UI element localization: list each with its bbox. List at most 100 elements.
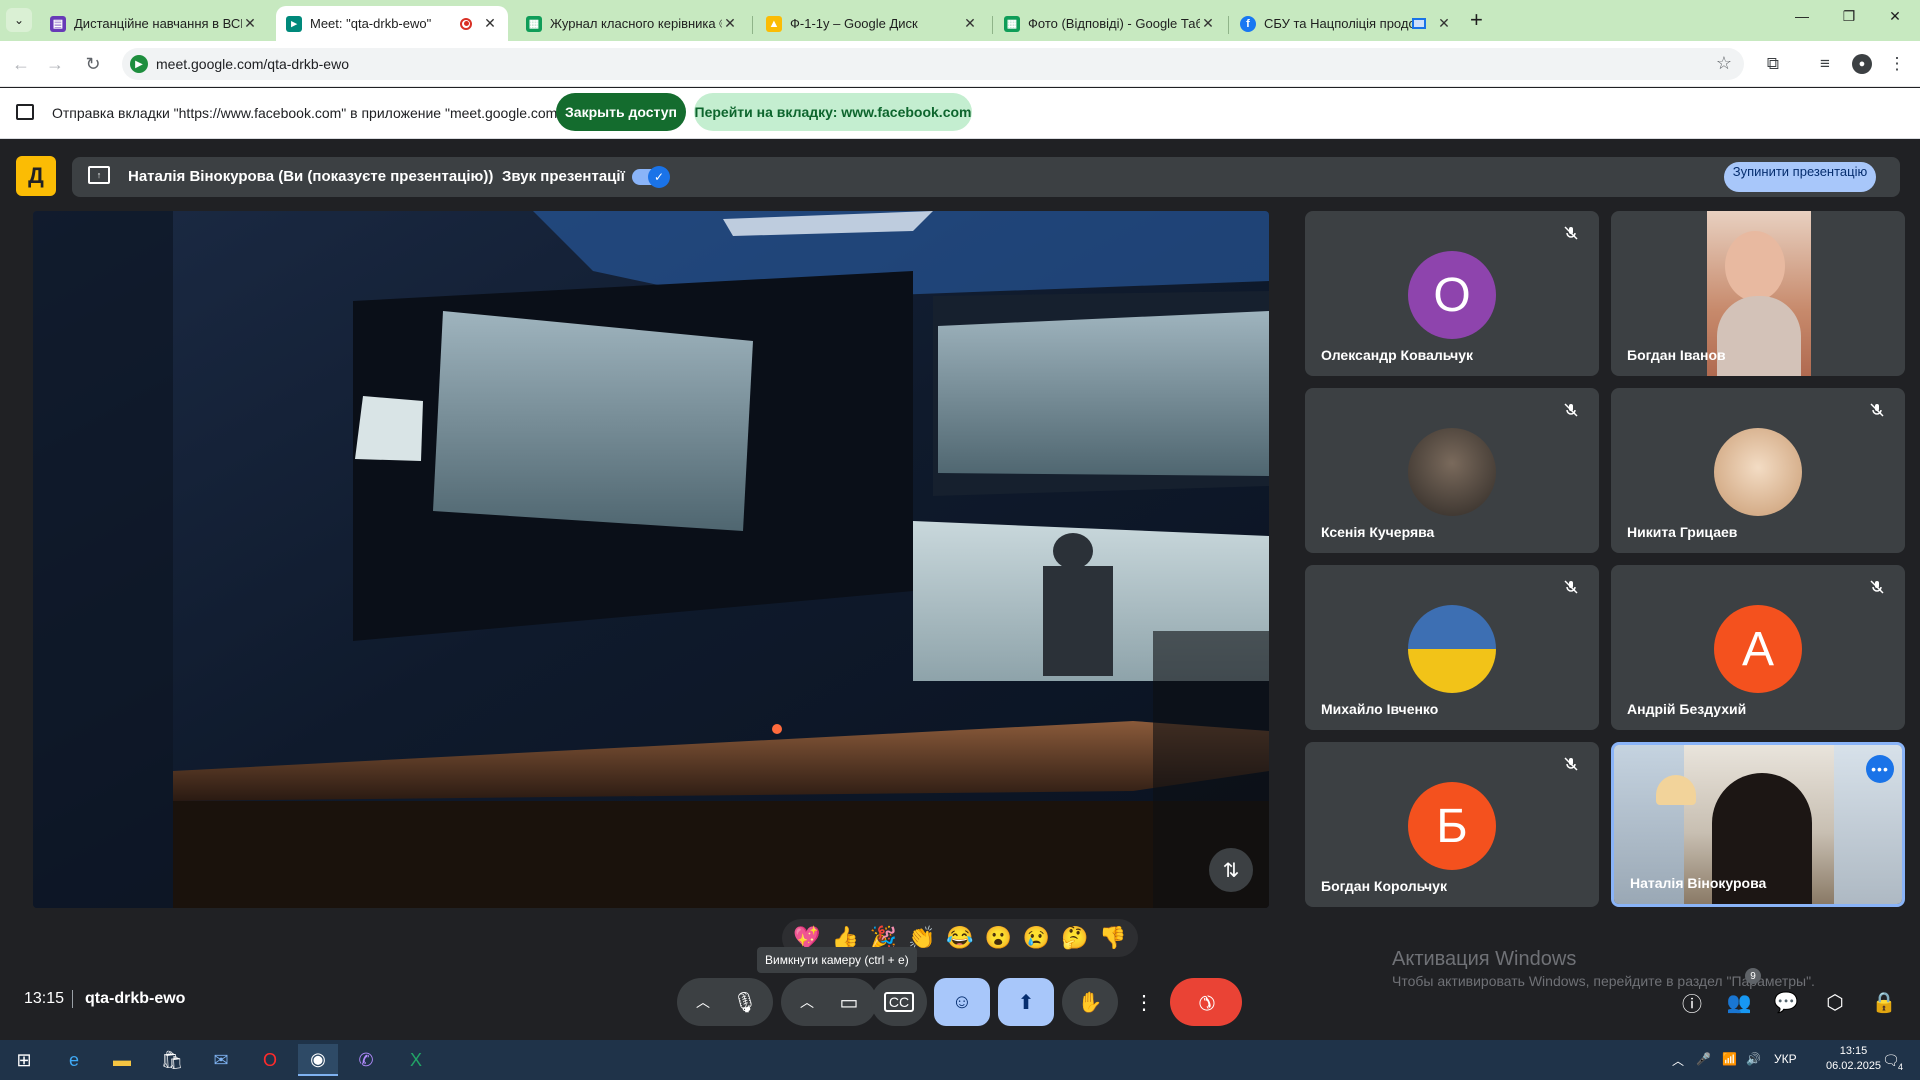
close-tab-icon[interactable]: ✕ (962, 15, 978, 32)
participant-tile[interactable]: Б Богдан Корольчук (1305, 742, 1599, 907)
close-tab-icon[interactable]: ✕ (722, 15, 738, 32)
microphone-icon[interactable]: 🎙 (723, 990, 767, 1015)
tab-title: Фото (Відповіді) - Google Табл (1028, 16, 1200, 31)
address-bar[interactable]: ▶ meet.google.com/qta-drkb-ewo ☆ (122, 48, 1744, 80)
stop-sharing-button[interactable]: Закрыть доступ (556, 93, 686, 131)
tab-google-drive[interactable]: ▲ Ф-1-1у – Google Диск ✕ (756, 6, 988, 41)
switch-to-tab-button[interactable]: Перейти на вкладку: www.facebook.com (694, 93, 972, 131)
meeting-info-icon[interactable]: ⓘ (1676, 986, 1708, 1018)
tab-meet[interactable]: ▸ Meet: "qta-drkb-ewo" ✕ (276, 6, 508, 41)
more-options-icon[interactable]: ••• (1866, 755, 1894, 783)
more-vert-icon: ⋮ (1134, 991, 1154, 1014)
store-icon[interactable]: 🛍 (152, 1044, 192, 1076)
hang-up-icon: ✆ (1191, 987, 1220, 1016)
presentation-bar: ↑ Наталія Вінокурова (Ви (показуєте през… (72, 157, 1900, 197)
minimize-icon[interactable]: — (1787, 8, 1817, 24)
presentation-audio-toggle[interactable]: ✓ (632, 166, 670, 188)
close-window-icon[interactable]: ✕ (1880, 8, 1910, 25)
video-settings-chevron-icon[interactable]: ︿ (787, 992, 827, 1012)
opera-icon[interactable]: O (250, 1044, 290, 1076)
participant-name: Андрій Бездухий (1627, 701, 1747, 717)
bookmark-star-icon[interactable]: ☆ (1716, 53, 1732, 74)
excel-icon[interactable]: X (396, 1044, 436, 1076)
restore-icon[interactable]: ❐ (1834, 8, 1864, 25)
back-icon[interactable]: ← (8, 51, 34, 77)
recording-icon (460, 17, 472, 30)
participant-tile[interactable]: А Андрій Бездухий (1611, 565, 1905, 730)
reaction-thinking[interactable]: 🤔 (1061, 926, 1088, 950)
chat-icon[interactable]: 💬 (1770, 986, 1802, 1018)
chrome-icon[interactable]: ◉ (298, 1044, 338, 1076)
reload-icon[interactable]: ↻ (80, 51, 106, 77)
check-icon: ✓ (648, 166, 670, 188)
tab-photo-responses[interactable]: ▦ Фото (Відповіді) - Google Табл ✕ (994, 6, 1226, 41)
tab-class-journal[interactable]: ▦ Журнал класного керівника © ✕ (516, 6, 748, 41)
more-options-button[interactable]: ⋮ (1122, 978, 1166, 1026)
tab-title: Журнал класного керівника © (550, 16, 722, 31)
close-tab-icon[interactable]: ✕ (1200, 15, 1216, 32)
camera-icon[interactable]: ▭ (827, 990, 871, 1015)
tray-overflow-icon[interactable]: ︿ (1672, 1052, 1684, 1069)
presentation-audio-label: Звук презентації (502, 168, 625, 185)
site-info-icon[interactable]: ▶ (130, 55, 148, 73)
extensions-icon[interactable]: ⧉ (1760, 51, 1786, 77)
forward-icon[interactable]: → (42, 51, 68, 77)
tab-search-chevron-icon[interactable]: ⌄ (6, 8, 32, 32)
reaction-sad[interactable]: 😢 (1023, 926, 1050, 950)
participant-tile[interactable]: Никита Грицаев (1611, 388, 1905, 553)
file-explorer-icon[interactable]: ▬ (102, 1044, 142, 1076)
reaction-surprised[interactable]: 😮 (985, 926, 1012, 950)
participant-tile[interactable]: Ксенія Кучерява (1305, 388, 1599, 553)
browser-menu-icon[interactable]: ⋮ (1884, 51, 1910, 77)
avatar (1408, 428, 1496, 516)
tab-distance-learning[interactable]: ▤ Дистанційне навчання в ВСП ✕ (40, 6, 268, 41)
windows-start-icon[interactable]: ⊞ (4, 1044, 44, 1076)
meet-logo-icon[interactable]: Д (16, 156, 56, 196)
present-button[interactable]: ⬆ (998, 978, 1054, 1026)
mic-tray-icon[interactable]: 🎤 (1696, 1052, 1711, 1066)
camera-control-group: ︿ ▭ (781, 978, 877, 1026)
close-tab-icon[interactable]: ✕ (242, 15, 258, 32)
reaction-laughing[interactable]: 😂 (946, 926, 973, 950)
video-frame-image (33, 211, 1269, 908)
mail-icon[interactable]: ✉ (201, 1044, 241, 1076)
captions-button[interactable]: CC (871, 978, 927, 1026)
volume-icon[interactable]: 🔊 (1746, 1052, 1761, 1066)
browser-toolbar: ← → ↻ ▶ meet.google.com/qta-drkb-ewo ☆ ⧉… (0, 41, 1920, 87)
self-view-tile[interactable]: ••• Наталія Вінокурова (1611, 742, 1905, 907)
viber-icon[interactable]: ✆ (346, 1044, 386, 1076)
activities-icon[interactable]: ⬡ (1819, 986, 1851, 1018)
participant-name: Ксенія Кучерява (1321, 524, 1435, 540)
reactions-button[interactable]: ☺ (934, 978, 990, 1026)
url-text[interactable]: meet.google.com/qta-drkb-ewo (156, 56, 349, 72)
host-controls-icon[interactable]: 🔒 (1868, 986, 1900, 1018)
avatar: Б (1408, 782, 1496, 870)
participant-tile[interactable]: Богдан Іванов (1611, 211, 1905, 376)
participant-tile[interactable]: Михайло Івченко (1305, 565, 1599, 730)
people-icon[interactable]: 👥 (1723, 986, 1755, 1018)
taskbar-time: 13:15 (1839, 1045, 1868, 1057)
audio-settings-chevron-icon[interactable]: ︿ (683, 992, 723, 1012)
emoji-icon: ☺ (951, 990, 973, 1013)
media-control-icon[interactable]: ≡ (1812, 51, 1838, 77)
participant-name: Богдан Іванов (1627, 347, 1726, 363)
edge-icon[interactable]: e (54, 1044, 94, 1076)
participant-tile[interactable]: О Олександр Ковальчук (1305, 211, 1599, 376)
language-indicator[interactable]: УКР (1774, 1052, 1797, 1066)
taskbar-clock[interactable]: 13:15 06.02.2025 (1826, 1044, 1881, 1074)
new-tab-icon[interactable]: + (1470, 8, 1483, 32)
close-tab-icon[interactable]: ✕ (1436, 15, 1452, 32)
swap-layout-icon[interactable]: ⇅ (1209, 848, 1253, 892)
network-icon[interactable]: 📶 (1722, 1052, 1737, 1066)
leave-call-button[interactable]: ✆ (1170, 978, 1242, 1026)
presenter-status: Наталія Вінокурова (Ви (показуєте презен… (128, 168, 494, 185)
profile-avatar[interactable]: ● (1852, 54, 1872, 74)
tab-facebook[interactable]: f СБУ та Нацполіція продов ✕ (1230, 6, 1462, 41)
stop-presentation-button[interactable]: Зупинити презентацію (1724, 162, 1876, 192)
tab-divider (752, 16, 753, 34)
close-tab-icon[interactable]: ✕ (482, 15, 498, 32)
captions-icon: CC (883, 992, 915, 1012)
raise-hand-button[interactable]: ✋ (1062, 978, 1118, 1026)
meeting-time: 13:15 (24, 990, 65, 1007)
reaction-thumbs-down[interactable]: 👎 (1099, 926, 1126, 950)
